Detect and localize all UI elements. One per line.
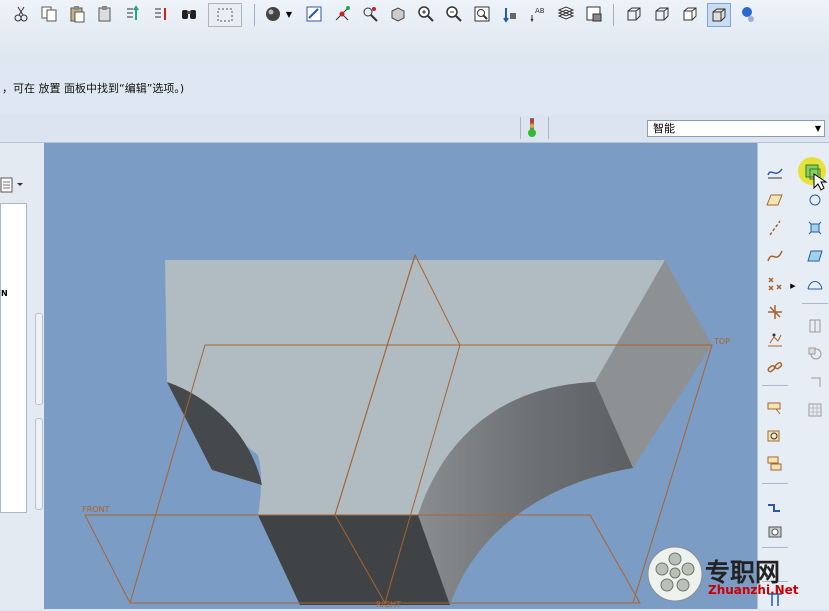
zoom-out-icon[interactable] <box>443 3 465 25</box>
regen-manager-icon[interactable] <box>150 3 172 25</box>
curve-icon[interactable] <box>764 245 786 267</box>
layers-icon[interactable] <box>555 3 577 25</box>
chamfer-icon[interactable] <box>804 189 826 211</box>
paste-special-icon[interactable] <box>94 3 116 25</box>
regenerate-icon[interactable] <box>122 3 144 25</box>
analysis-icon[interactable] <box>764 329 786 351</box>
watermark-logo <box>646 545 704 603</box>
saved-views-icon[interactable] <box>387 3 409 25</box>
rib-icon[interactable] <box>804 245 826 267</box>
folder-browser-icon[interactable] <box>0 175 26 195</box>
sash-handle-top[interactable] <box>35 313 43 405</box>
annotation-icon[interactable]: AB <box>527 3 549 25</box>
extrude-icon[interactable] <box>764 397 786 419</box>
main-toolbar: ▼ AB <box>0 0 829 61</box>
appearance-icon[interactable] <box>737 3 759 25</box>
repaint-icon[interactable] <box>303 3 325 25</box>
graphics-viewport[interactable]: TOP FRONT RIGHT <box>44 143 757 609</box>
datum-front-label: FRONT <box>82 505 109 514</box>
axis-icon[interactable] <box>764 217 786 239</box>
select-box-icon[interactable] <box>208 3 242 27</box>
mirror-icon[interactable] <box>804 343 826 365</box>
revolve-icon[interactable] <box>764 425 786 447</box>
feature-toolbar: ▶ <box>757 143 829 609</box>
shading-icon[interactable] <box>262 3 284 25</box>
model-tree-pane[interactable]: N <box>0 203 27 513</box>
chevron-down-icon: ▼ <box>814 124 821 133</box>
message-text: ，可在 放置 面板中找到“编辑”选项。) <box>2 82 185 95</box>
point-dropdown-icon[interactable]: ▶ <box>788 275 798 297</box>
wireframe-icon[interactable] <box>623 3 645 25</box>
svg-text:AB: AB <box>535 7 545 15</box>
sash-handle-bottom[interactable] <box>35 418 43 510</box>
chain-icon[interactable] <box>764 357 786 379</box>
hidden-line-icon[interactable] <box>651 3 673 25</box>
datum-display-icon[interactable] <box>499 3 521 25</box>
find-icon[interactable] <box>178 3 200 25</box>
csys-icon[interactable] <box>764 301 786 323</box>
hole-icon[interactable] <box>764 521 786 543</box>
pattern-icon[interactable] <box>804 315 826 337</box>
merge-icon[interactable] <box>804 371 826 393</box>
model-tree-icon[interactable] <box>583 3 605 25</box>
datum-right-label: RIGHT <box>376 600 401 609</box>
zoom-in-icon[interactable] <box>415 3 437 25</box>
datum-top-label: TOP <box>713 337 730 346</box>
cut-icon[interactable] <box>10 3 32 25</box>
paste-icon[interactable] <box>66 3 88 25</box>
plane-icon[interactable] <box>764 189 786 211</box>
shell-icon[interactable] <box>804 217 826 239</box>
draft-icon[interactable] <box>804 273 826 295</box>
refit-icon[interactable] <box>471 3 493 25</box>
model-graphics: TOP FRONT RIGHT <box>82 253 730 609</box>
shaded-icon[interactable] <box>707 3 731 27</box>
trim-icon[interactable] <box>804 399 826 421</box>
watermark-site: Zhuanzhi.Net <box>708 583 799 597</box>
sweep-icon[interactable] <box>764 453 786 475</box>
no-hidden-icon[interactable] <box>679 3 701 25</box>
orient-icon[interactable] <box>359 3 381 25</box>
shading-dropdown-icon[interactable]: ▼ <box>283 3 295 25</box>
traffic-light-icon <box>527 118 537 138</box>
selection-filter-value: 智能 <box>653 122 675 135</box>
tree-node-label: N <box>1 289 8 298</box>
spin-center-icon[interactable] <box>331 3 353 25</box>
selection-filter-select[interactable]: 智能 ▼ <box>647 120 825 137</box>
point-icon[interactable] <box>764 273 786 295</box>
sketch-icon[interactable] <box>764 161 786 183</box>
copy-icon[interactable] <box>38 3 60 25</box>
blend-icon[interactable] <box>764 493 786 515</box>
